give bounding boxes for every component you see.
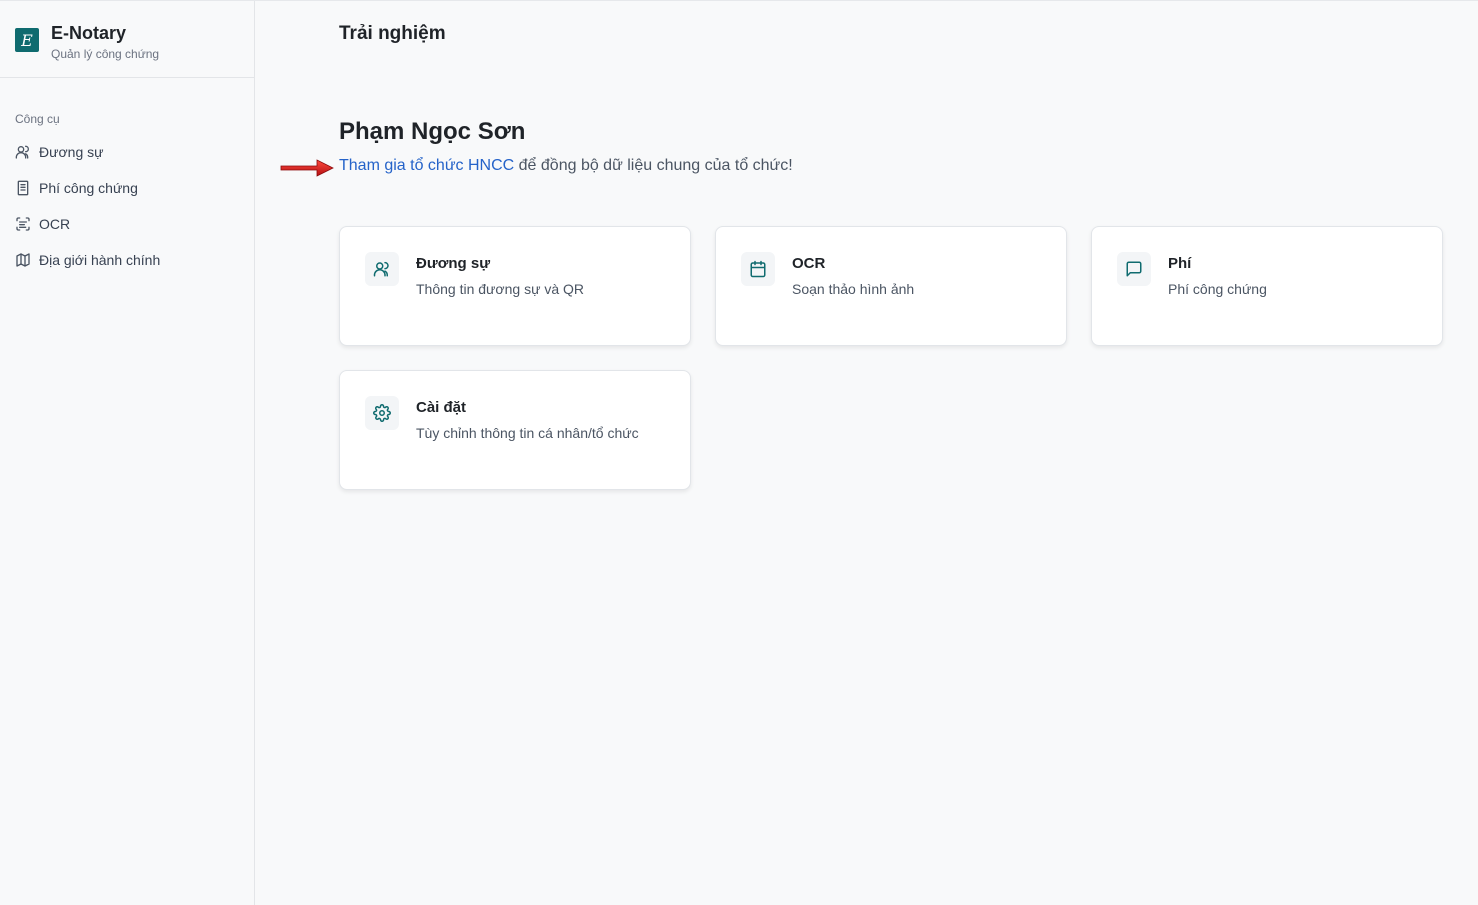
sidebar-section-label: Công cụ	[15, 112, 60, 126]
map-icon	[15, 252, 31, 268]
users-icon	[15, 144, 31, 160]
sidebar-item-ocr[interactable]: OCR	[0, 206, 254, 242]
users-icon	[365, 252, 399, 286]
card-title: Phí	[1168, 255, 1192, 272]
sidebar: E E-Notary Quản lý công chứng Công cụ Đư…	[0, 1, 255, 905]
scan-text-icon	[15, 216, 31, 232]
join-organization-line: Tham gia tổ chức HNCC để đồng bộ dữ liệu…	[339, 157, 793, 175]
card-ocr[interactable]: OCR Soạn thảo hình ảnh	[715, 226, 1067, 346]
card-title: Đương sự	[416, 255, 491, 272]
join-organization-link[interactable]: Tham gia tổ chức HNCC	[339, 157, 514, 174]
message-square-icon	[1117, 252, 1151, 286]
document-icon	[15, 180, 31, 196]
card-duong-su[interactable]: Đương sự Thông tin đương sự và QR	[339, 226, 691, 346]
card-description: Phí công chứng	[1168, 281, 1267, 297]
card-title: Cài đặt	[416, 399, 467, 416]
sidebar-item-label: Phí công chứng	[39, 180, 138, 196]
sidebar-item-duong-su[interactable]: Đương sự	[0, 134, 254, 170]
brand-header: E E-Notary Quản lý công chứng	[0, 1, 254, 78]
sidebar-nav: Đương sự Phí công chứng OCR Địa giới hàn…	[0, 134, 254, 278]
card-cai-dat[interactable]: Cài đặt Tùy chỉnh thông tin cá nhân/tổ c…	[339, 370, 691, 490]
sidebar-item-label: Địa giới hành chính	[39, 252, 161, 268]
user-name: Phạm Ngọc Sơn	[339, 118, 526, 145]
sidebar-item-label: OCR	[39, 216, 71, 232]
calendar-icon	[741, 252, 775, 286]
sidebar-item-label: Đương sự	[39, 144, 104, 160]
sidebar-item-dia-gioi[interactable]: Địa giới hành chính	[0, 242, 254, 278]
brand-text: E-Notary Quản lý công chứng	[51, 23, 159, 61]
card-title: OCR	[792, 255, 826, 272]
card-description: Soạn thảo hình ảnh	[792, 281, 915, 297]
card-description: Tùy chỉnh thông tin cá nhân/tổ chức	[416, 425, 639, 441]
red-arrow-annotation	[280, 159, 334, 177]
page-title: Trải nghiệm	[339, 23, 446, 44]
join-organization-text: để đồng bộ dữ liệu chung của tổ chức!	[518, 157, 793, 174]
card-phi[interactable]: Phí Phí công chứng	[1091, 226, 1443, 346]
app-window: E E-Notary Quản lý công chứng Công cụ Đư…	[0, 0, 1478, 905]
brand-title[interactable]: E-Notary	[51, 23, 159, 43]
brand-logo[interactable]: E	[15, 28, 39, 52]
card-description: Thông tin đương sự và QR	[416, 281, 584, 297]
brand-subtitle: Quản lý công chứng	[51, 47, 160, 61]
main-content: Trải nghiệm Phạm Ngọc Sơn Tham gia tổ ch…	[255, 1, 1478, 905]
sidebar-item-phi-cong-chung[interactable]: Phí công chứng	[0, 170, 254, 206]
settings-gear-icon	[365, 396, 399, 430]
